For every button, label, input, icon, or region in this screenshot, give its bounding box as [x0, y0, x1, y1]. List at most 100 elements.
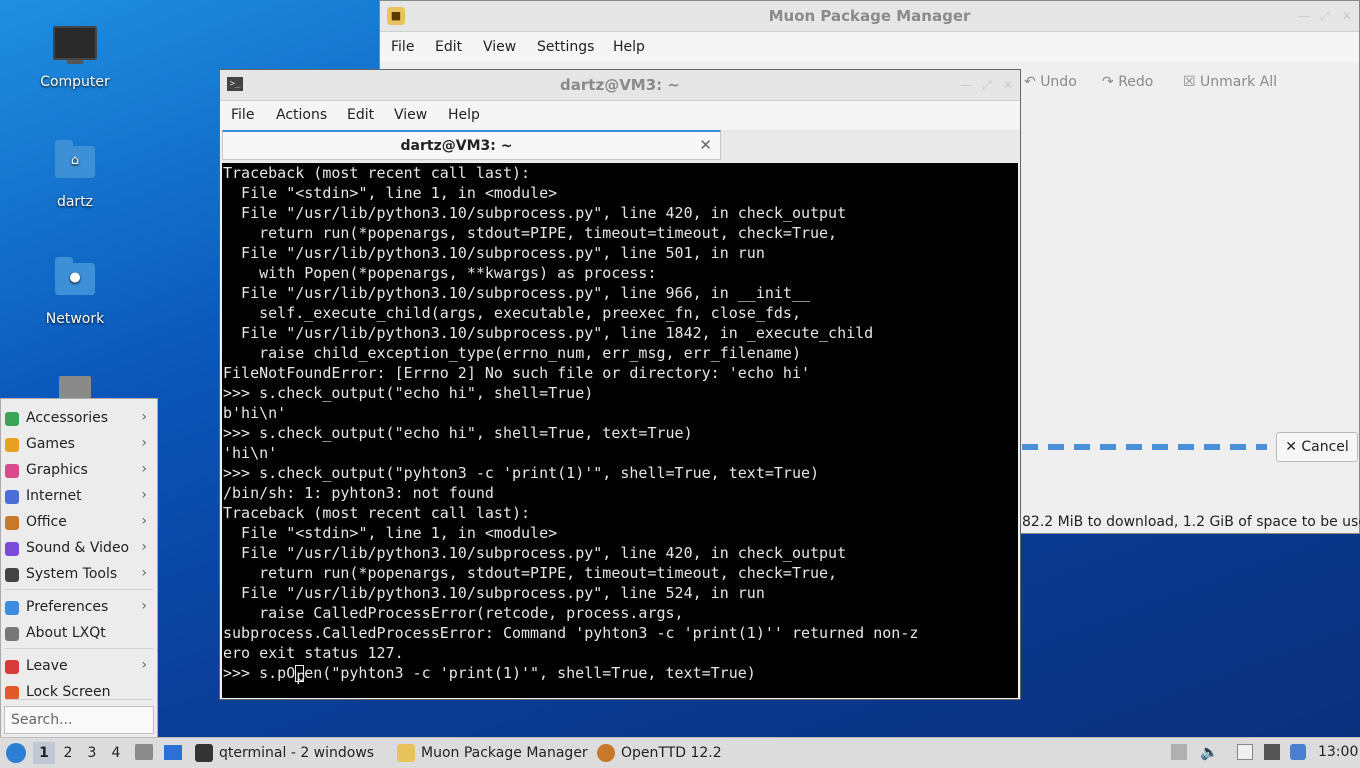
- menu-edit[interactable]: Edit: [435, 39, 462, 55]
- menu-file[interactable]: File: [231, 107, 254, 123]
- terminal-titlebar[interactable]: >_ dartz@VM3: ~ — ⤢ ✕: [220, 70, 1020, 101]
- menu-help[interactable]: Help: [613, 39, 645, 55]
- terminal-line: >>> s.check_output("echo hi", shell=True…: [223, 424, 693, 442]
- close-icon[interactable]: ✕: [1003, 78, 1013, 92]
- start-menu-item[interactable]: Leave ›: [1, 654, 157, 680]
- task-label: Muon Package Manager: [421, 745, 588, 761]
- chevron-right-icon: ›: [141, 539, 147, 555]
- terminal-line: File "/usr/lib/python3.10/subprocess.py"…: [223, 544, 847, 562]
- task-muon[interactable]: Muon Package Manager: [395, 739, 590, 767]
- start-menu-item[interactable]: About LXQt: [1, 621, 157, 647]
- start-menu-item[interactable]: Office ›: [1, 510, 157, 536]
- menu-view[interactable]: View: [394, 107, 427, 123]
- start-menu-item[interactable]: System Tools ›: [1, 562, 157, 588]
- task-qterminal[interactable]: qterminal - 2 windows: [193, 739, 383, 767]
- start-menu-item[interactable]: Accessories ›: [1, 406, 157, 432]
- start-menu-item-label: About LXQt: [26, 625, 106, 641]
- terminal-line: File "/usr/lib/python3.10/subprocess.py"…: [223, 324, 874, 342]
- muon-titlebar[interactable]: ■ Muon Package Manager — ⤢ ✕: [380, 1, 1359, 32]
- computer-icon: [53, 26, 97, 70]
- desktop-icon-home[interactable]: ⌂ dartz: [20, 138, 130, 210]
- show-desktop-launcher[interactable]: [162, 739, 184, 767]
- start-menu-item[interactable]: Sound & Video ›: [1, 536, 157, 562]
- terminal-line: b'hi\n': [223, 404, 287, 422]
- start-menu-item[interactable]: Graphics ›: [1, 458, 157, 484]
- desktop-icon-label: dartz: [56, 194, 94, 210]
- leave-icon: [5, 660, 19, 674]
- terminal-screen[interactable]: Traceback (most recent call last): File …: [222, 163, 1018, 698]
- terminal-output: Traceback (most recent call last): File …: [222, 163, 1018, 663]
- workspace-1[interactable]: 1: [33, 742, 55, 764]
- chevron-right-icon: ›: [141, 657, 147, 673]
- redo-button[interactable]: ↷ Redo: [1102, 74, 1153, 90]
- start-menu-item[interactable]: Internet ›: [1, 484, 157, 510]
- terminal-tab-label: dartz@VM3: ~: [400, 138, 513, 154]
- file-manager-launcher[interactable]: [133, 739, 155, 767]
- start-menu-item-label: Leave: [26, 658, 68, 674]
- start-menu-item-label: Office: [26, 514, 67, 530]
- workspace-2[interactable]: 2: [57, 742, 79, 764]
- terminal-tab[interactable]: dartz@VM3: ~ ✕: [222, 130, 721, 160]
- clipboard-icon[interactable]: [1237, 744, 1253, 760]
- office-icon: [5, 516, 19, 530]
- terminal-line: subprocess.CalledProcessError: Command '…: [223, 624, 919, 642]
- start-menu-item[interactable]: Lock Screen: [1, 680, 157, 706]
- terminal-line: File "/usr/lib/python3.10/subprocess.py"…: [223, 244, 765, 262]
- minimize-icon[interactable]: —: [1298, 9, 1310, 23]
- menu-separator: [5, 648, 153, 649]
- terminal-line: Traceback (most recent call last):: [223, 164, 531, 182]
- task-label: qterminal - 2 windows: [219, 745, 375, 761]
- volume-icon[interactable]: 🔈: [1200, 744, 1219, 760]
- accessories-icon: [5, 412, 19, 426]
- close-icon[interactable]: ✕: [1342, 9, 1352, 23]
- start-menu-item-label: Games: [26, 436, 75, 452]
- muon-menubar: File Edit View Settings Help: [380, 32, 1359, 62]
- openttd-icon: [597, 744, 615, 762]
- workspace-3[interactable]: 3: [81, 742, 103, 764]
- task-openttd[interactable]: OpenTTD 12.2: [595, 739, 735, 767]
- menu-help[interactable]: Help: [448, 107, 480, 123]
- maximize-icon[interactable]: ⤢: [982, 78, 992, 93]
- terminal-line: File "/usr/lib/python3.10/subprocess.py"…: [223, 204, 847, 222]
- undo-icon: ↶: [1024, 74, 1036, 90]
- menu-settings[interactable]: Settings: [537, 39, 594, 55]
- start-menu-item-label: Preferences: [26, 599, 109, 615]
- start-menu-item-label: Graphics: [26, 462, 88, 478]
- menu-separator: [5, 589, 153, 590]
- lock-icon: [5, 686, 19, 700]
- update-notifier-icon[interactable]: [1290, 744, 1306, 760]
- desktop-icon-computer[interactable]: Computer: [20, 20, 130, 90]
- menu-view[interactable]: View: [483, 39, 516, 55]
- undo-button[interactable]: ↶ Undo: [1024, 74, 1077, 90]
- menu-file[interactable]: File: [391, 39, 414, 55]
- workspace-4[interactable]: 4: [105, 742, 127, 764]
- start-menu-button[interactable]: [4, 739, 28, 767]
- terminal-line: Traceback (most recent call last):: [223, 504, 531, 522]
- terminal-line: FileNotFoundError: [Errno 2] No such fil…: [223, 364, 810, 382]
- start-menu-item[interactable]: Preferences ›: [1, 595, 157, 621]
- cancel-button[interactable]: ✕ Cancel: [1276, 432, 1358, 462]
- terminal-line: raise child_exception_type(errno_num, er…: [223, 344, 801, 362]
- chevron-right-icon: ›: [141, 487, 147, 503]
- desktop-icon-network[interactable]: ● Network: [20, 255, 130, 327]
- network-status-icon[interactable]: [1264, 744, 1280, 760]
- terminal-tabbar: dartz@VM3: ~ ✕: [222, 130, 1020, 162]
- terminal-line: return run(*popenargs, stdout=PIPE, time…: [223, 564, 838, 582]
- minimize-icon[interactable]: —: [960, 78, 972, 92]
- chevron-right-icon: ›: [141, 565, 147, 581]
- terminal-prompt-line[interactable]: >>> s.pOpen("pyhton3 -c 'print(1)'", she…: [222, 663, 1018, 685]
- unmark-all-label: Unmark All: [1200, 74, 1278, 90]
- terminal-line: return run(*popenargs, stdout=PIPE, time…: [223, 224, 838, 242]
- unmark-all-button[interactable]: ☒ Unmark All: [1183, 74, 1277, 90]
- start-menu-item[interactable]: Games ›: [1, 432, 157, 458]
- maximize-icon[interactable]: ⤢: [1320, 9, 1330, 24]
- menu-edit[interactable]: Edit: [347, 107, 374, 123]
- start-menu-search-input[interactable]: Search...: [4, 706, 154, 734]
- tray-expand-icon[interactable]: [1171, 744, 1187, 760]
- menu-actions[interactable]: Actions: [276, 107, 327, 123]
- unmark-icon: ☒: [1183, 74, 1196, 90]
- terminal-line: >>> s.check_output("pyhton3 -c 'print(1)…: [223, 464, 820, 482]
- close-tab-icon[interactable]: ✕: [699, 136, 712, 154]
- chevron-right-icon: ›: [141, 461, 147, 477]
- clock[interactable]: 13:00: [1318, 744, 1358, 760]
